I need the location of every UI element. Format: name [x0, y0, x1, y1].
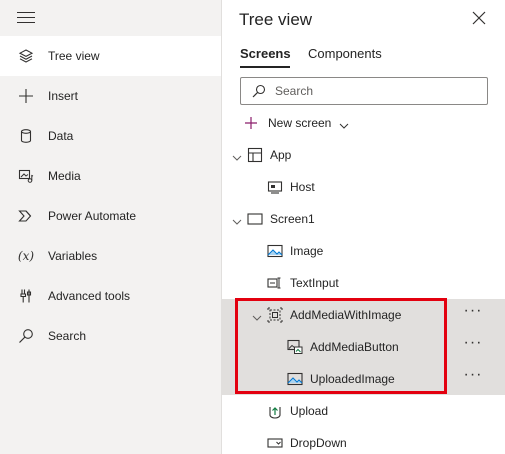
rail-item-label: Media — [48, 169, 81, 183]
tree-node-label: AddMediaWithImage — [290, 308, 402, 322]
add-media-icon — [287, 339, 303, 355]
tree-node-label: DropDown — [290, 436, 347, 450]
host-icon — [267, 179, 283, 195]
more-options-icon[interactable]: ··· — [462, 335, 484, 356]
chevron-down-icon[interactable] — [232, 150, 242, 161]
tree-view-panel: Tree view Screens Components New screen … — [221, 0, 505, 454]
search-icon — [17, 327, 35, 345]
search-icon — [252, 84, 266, 98]
tab-components[interactable]: Components — [308, 46, 382, 61]
rail-item-label: Data — [48, 129, 74, 143]
database-icon — [17, 127, 35, 145]
plus-icon — [17, 87, 35, 105]
dropdown-icon — [267, 435, 283, 451]
search-box[interactable] — [240, 77, 488, 105]
tools-icon — [17, 287, 35, 305]
rail-item-tree-view[interactable]: Tree view — [0, 36, 221, 76]
rail-item-data[interactable]: Data — [0, 116, 221, 156]
tree-node-app[interactable]: App — [222, 139, 505, 171]
close-icon[interactable] — [469, 10, 489, 30]
tree-node-textinput[interactable]: TextInput — [222, 267, 505, 299]
tree-node-label: TextInput — [290, 276, 339, 290]
rail-item-power-automate[interactable]: Power Automate — [0, 196, 221, 236]
tree-node-dropdown[interactable]: DropDown — [222, 427, 505, 454]
rail-item-label: Tree view — [48, 49, 100, 63]
tree-node-label: Screen1 — [270, 212, 315, 226]
tree-node-upload[interactable]: Upload — [222, 395, 505, 427]
rail-item-media[interactable]: Media — [0, 156, 221, 196]
tree-node-host[interactable]: Host — [222, 171, 505, 203]
search-input[interactable] — [275, 84, 475, 98]
media-icon — [17, 167, 35, 185]
chevron-down-icon[interactable] — [252, 310, 262, 321]
left-rail: Tree view Insert Data Media Power Automa… — [0, 0, 221, 454]
chevron-down-icon — [339, 118, 349, 129]
screen-icon — [247, 211, 263, 227]
upload-icon — [267, 403, 283, 419]
new-screen-button[interactable]: New screen — [244, 113, 349, 133]
hamburger-menu-icon[interactable] — [17, 12, 35, 25]
tree-node-label: App — [270, 148, 292, 162]
rail-item-label: Search — [48, 329, 87, 343]
new-screen-label: New screen — [268, 116, 332, 130]
rail-item-insert[interactable]: Insert — [0, 76, 221, 116]
tree-node-screen1[interactable]: Screen1 — [222, 203, 505, 235]
rail-item-search[interactable]: Search — [0, 316, 221, 356]
layers-icon — [17, 47, 35, 65]
rail-item-advanced-tools[interactable]: Advanced tools — [0, 276, 221, 316]
more-options-icon[interactable]: ··· — [462, 367, 484, 388]
tree-node-addmediabutton[interactable]: AddMediaButton ··· — [222, 331, 505, 363]
rail-item-label: Variables — [48, 249, 98, 263]
more-options-icon[interactable]: ··· — [462, 303, 484, 324]
variables-icon: (x) — [17, 249, 35, 263]
rail-item-label: Power Automate — [48, 209, 137, 223]
tree-node-label: AddMediaButton — [310, 340, 399, 354]
tree-node-label: Host — [290, 180, 315, 194]
panel-title: Tree view — [239, 10, 313, 29]
tab-screens[interactable]: Screens — [240, 46, 291, 61]
chevron-down-icon[interactable] — [232, 214, 242, 225]
image-icon — [267, 243, 283, 259]
plus-icon — [244, 116, 258, 131]
image-icon — [287, 371, 303, 387]
tree-node-uploadedimage[interactable]: UploadedImage ··· — [222, 363, 505, 395]
active-tab-indicator — [240, 66, 290, 68]
tree-node-label: Image — [290, 244, 324, 258]
app-icon — [247, 147, 263, 163]
text-input-icon — [267, 275, 283, 291]
rail-item-label: Advanced tools — [48, 289, 131, 303]
tree-node-addmediawithimage[interactable]: AddMediaWithImage ··· — [222, 299, 505, 331]
tree-node-label: UploadedImage — [310, 372, 395, 386]
tree-node-image[interactable]: Image — [222, 235, 505, 267]
rail-item-variables[interactable]: (x) Variables — [0, 236, 221, 276]
tree-node-label: Upload — [290, 404, 329, 418]
power-automate-icon — [17, 207, 35, 225]
rail-item-label: Insert — [48, 89, 79, 103]
group-icon — [267, 307, 283, 323]
